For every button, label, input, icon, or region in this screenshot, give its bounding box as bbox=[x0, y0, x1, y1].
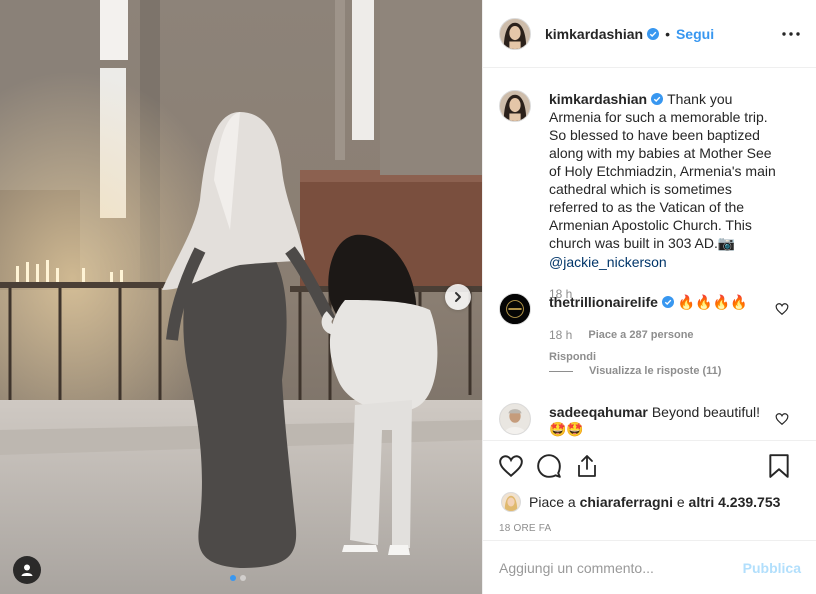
more-options-button[interactable] bbox=[781, 24, 801, 44]
post-side-panel: kimkardashian • Segui kimkardashian Than… bbox=[482, 0, 816, 594]
replies-divider bbox=[549, 370, 573, 372]
liker-username[interactable]: chiaraferragni bbox=[580, 494, 673, 510]
avatar-image bbox=[500, 404, 530, 434]
carousel-dot-active bbox=[230, 575, 236, 581]
post-actions: Piace a chiaraferragni e altri 4.239.753… bbox=[483, 440, 816, 534]
save-button[interactable] bbox=[765, 452, 793, 480]
user-tag-button[interactable] bbox=[13, 556, 41, 584]
comment-button[interactable] bbox=[535, 452, 563, 480]
post-header: kimkardashian • Segui bbox=[483, 0, 816, 68]
verified-badge-icon bbox=[647, 27, 660, 40]
caption-username[interactable]: kimkardashian bbox=[549, 91, 647, 107]
next-photo-button[interactable] bbox=[445, 284, 471, 310]
caption-author-avatar[interactable] bbox=[499, 90, 531, 122]
caption-mention-link[interactable]: @jackie_nickerson bbox=[549, 254, 667, 270]
comment-item: sadeeqahumar Beyond beautiful! 🤩🤩 bbox=[499, 403, 781, 439]
author-username[interactable]: kimkardashian bbox=[545, 26, 643, 42]
likes-middle: e bbox=[676, 494, 685, 510]
share-icon bbox=[578, 455, 596, 477]
post-time[interactable]: 18 ORE FA bbox=[483, 523, 816, 534]
church-photo-illustration bbox=[0, 0, 482, 594]
view-replies-button[interactable]: Visualizza le risposte (11) bbox=[549, 365, 721, 377]
post-photo[interactable] bbox=[0, 0, 482, 594]
commenter-username[interactable]: thetrillionairelife bbox=[549, 294, 658, 310]
publish-button[interactable]: Pubblica bbox=[743, 560, 801, 576]
comment-icon bbox=[537, 454, 561, 478]
add-comment-input[interactable] bbox=[499, 559, 743, 576]
reply-button[interactable]: Rispondi bbox=[549, 348, 781, 366]
commenter-avatar[interactable] bbox=[499, 293, 531, 325]
comment-likes[interactable]: Piace a 287 persone bbox=[588, 326, 693, 344]
comment-item: thetrillionairelife 🔥🔥🔥🔥 18 h Piace a 287… bbox=[499, 293, 781, 366]
carousel-indicator bbox=[230, 575, 246, 581]
camera-emoji: 📷 bbox=[717, 236, 736, 252]
likes-prefix: Piace a bbox=[529, 494, 576, 510]
avatar-image bbox=[502, 493, 520, 511]
avatar-image bbox=[500, 91, 530, 121]
comment-emoji: 🤩🤩 bbox=[549, 422, 584, 438]
bookmark-icon bbox=[769, 454, 789, 478]
caption: kimkardashian Thank you Armenia for such … bbox=[499, 90, 781, 303]
add-comment-form: Pubblica bbox=[483, 540, 816, 594]
heart-icon bbox=[499, 455, 523, 478]
comment-like-heart-icon[interactable] bbox=[775, 302, 789, 316]
carousel-dot bbox=[240, 575, 246, 581]
view-replies-label: Visualizza le risposte (11) bbox=[589, 365, 722, 377]
more-options-icon bbox=[782, 32, 800, 36]
like-button[interactable] bbox=[497, 452, 525, 480]
commenter-avatar[interactable] bbox=[499, 403, 531, 435]
comment-text: Beyond beautiful! bbox=[651, 404, 761, 420]
caption-text-block: kimkardashian Thank you Armenia for such … bbox=[549, 90, 781, 271]
follow-button[interactable]: Segui bbox=[676, 26, 714, 42]
likes-summary[interactable]: Piace a chiaraferragni e altri 4.239.753 bbox=[483, 491, 816, 513]
comment-text: 🔥🔥🔥🔥 bbox=[677, 295, 748, 311]
verified-badge-icon bbox=[651, 93, 664, 105]
chevron-right-icon bbox=[455, 292, 461, 302]
likes-count-link[interactable]: altri 4.239.753 bbox=[689, 494, 781, 510]
author-avatar[interactable] bbox=[499, 17, 531, 50]
caption-text: Thank you Armenia for such a memorable t… bbox=[549, 91, 776, 251]
share-button[interactable] bbox=[573, 452, 601, 480]
comment-like-heart-icon[interactable] bbox=[775, 412, 789, 426]
avatar-image bbox=[500, 18, 530, 49]
avatar-image bbox=[500, 294, 530, 324]
comments-list[interactable]: kimkardashian Thank you Armenia for such … bbox=[483, 69, 816, 439]
commenter-username[interactable]: sadeeqahumar bbox=[549, 404, 648, 420]
comment-time[interactable]: 18 h bbox=[549, 326, 572, 344]
verified-badge-icon bbox=[661, 296, 674, 308]
header-separator: • bbox=[665, 25, 670, 42]
liker-avatar[interactable] bbox=[501, 492, 521, 512]
user-tag-icon bbox=[21, 564, 33, 576]
